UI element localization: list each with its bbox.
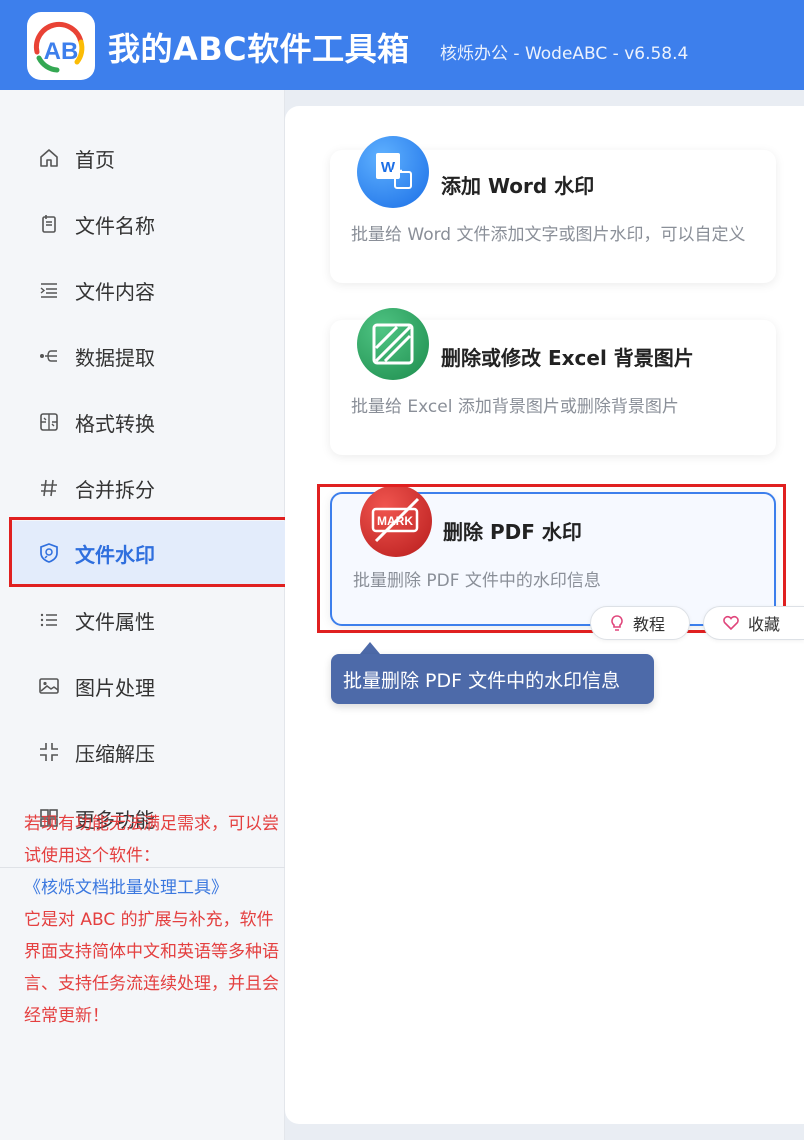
tutorial-label: 教程 — [633, 615, 666, 634]
highlight-box-sidebar — [9, 517, 291, 587]
excel-background-icon — [357, 308, 429, 380]
format-convert-icon — [38, 411, 60, 433]
sidebar-item-label: 格式转换 — [75, 411, 155, 436]
sidebar-item-file-name[interactable]: 文件名称 — [0, 194, 285, 254]
sidebar-item-label: 文件属性 — [75, 609, 155, 634]
sidebar-item-home[interactable]: 首页 — [0, 128, 285, 188]
tutorial-button[interactable]: 教程 — [590, 606, 690, 640]
sidebar-item-image[interactable]: 图片处理 — [0, 656, 285, 716]
hash-icon — [38, 477, 60, 499]
sidebar-item-label: 压缩解压 — [75, 741, 155, 766]
compress-icon — [38, 741, 60, 763]
sidebar-item-file-properties[interactable]: 文件属性 — [0, 590, 285, 650]
sidebar-item-format-convert[interactable]: 格式转换 — [0, 392, 285, 452]
app-logo: AB — [27, 12, 95, 80]
sidebar-item-label: 首页 — [75, 147, 115, 172]
tooltip: 批量删除 PDF 文件中的水印信息 — [331, 654, 654, 704]
sidebar-item-label: 文件名称 — [75, 213, 155, 238]
home-icon — [38, 147, 60, 169]
list-icon — [38, 609, 60, 631]
card-title: 删除或修改 Excel 背景图片 — [441, 346, 694, 370]
card-title: 添加 Word 水印 — [441, 174, 595, 198]
app-title: 我的ABC软件工具箱 — [108, 30, 410, 68]
bulb-icon — [611, 615, 623, 631]
sidebar-item-compress[interactable]: 压缩解压 — [0, 722, 285, 782]
sidebar-item-merge-split[interactable]: 合并拆分 — [0, 458, 285, 518]
favorite-button[interactable]: 收藏 — [703, 606, 804, 640]
promo-line-2: 它是对 ABC 的扩展与补充，软件界面支持简体中文和英语等多种语言、支持任务流连… — [24, 910, 279, 1026]
app-subtitle: 核烁办公 - WodeABC - v6.58.4 — [440, 44, 689, 64]
sidebar-item-label: 合并拆分 — [75, 477, 155, 502]
promo-text: 若现有功能无法满足需求，可以尝试使用这个软件： 《核烁文档批量处理工具》 它是对… — [24, 808, 282, 1032]
heart-icon — [723, 615, 739, 631]
title-bar: AB 我的ABC软件工具箱 核烁办公 - WodeABC - v6.58.4 — [0, 0, 804, 90]
card-description: 批量给 Word 文件添加文字或图片水印，可以自定义 — [351, 225, 746, 245]
card-description: 批量给 Excel 添加背景图片或删除背景图片 — [351, 397, 679, 417]
tool-card-excel-background[interactable]: 删除或修改 Excel 背景图片 批量给 Excel 添加背景图片或删除背景图片 — [330, 308, 776, 455]
data-extract-icon — [38, 345, 60, 367]
tooltip-arrow — [360, 642, 380, 654]
sidebar-item-label: 图片处理 — [75, 675, 155, 700]
promo-link[interactable]: 《核烁文档批量处理工具》 — [24, 872, 282, 904]
sidebar-item-file-content[interactable]: 文件内容 — [0, 260, 285, 320]
word-watermark-icon: W — [357, 136, 429, 208]
sidebar-item-data-extract[interactable]: 数据提取 — [0, 326, 285, 386]
file-name-icon — [38, 213, 60, 235]
sidebar-item-label: 文件内容 — [75, 279, 155, 304]
tool-card-word-watermark[interactable]: W 添加 Word 水印 批量给 Word 文件添加文字或图片水印，可以自定义 — [330, 136, 776, 283]
svg-text:W: W — [381, 159, 396, 176]
favorite-label: 收藏 — [748, 615, 781, 634]
sidebar-item-label: 数据提取 — [75, 345, 155, 370]
sidebar: 首页 文件名称 文件内容 数据提取 格式转换 合并拆分 文件水印 文件属性 图片… — [0, 90, 288, 1140]
promo-line-1: 若现有功能无法满足需求，可以尝试使用这个软件： — [24, 814, 279, 866]
svg-text:AB: AB — [44, 38, 79, 65]
image-icon — [38, 675, 60, 697]
file-content-icon — [38, 279, 60, 301]
